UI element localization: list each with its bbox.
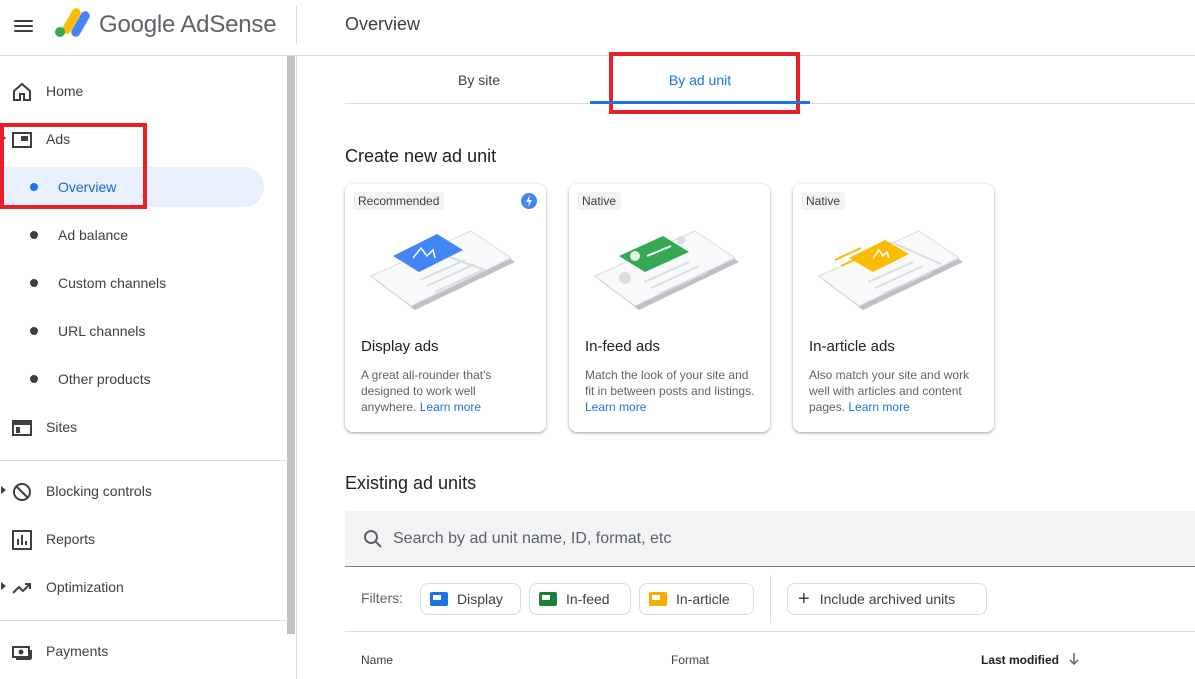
card-description: Match the look of your site and fit in b… [585, 368, 755, 414]
tab-bar: By site By ad unit [345, 56, 1195, 104]
sidebar-item-label: Blocking controls [46, 483, 152, 499]
column-header-format[interactable]: Format [671, 653, 709, 667]
sidebar-item-label: Sites [46, 419, 78, 435]
tab-active-indicator [590, 101, 810, 104]
existing-section-title: Existing ad units [345, 473, 477, 493]
sidebar-item-home[interactable]: Home [0, 71, 288, 111]
sidebar-item-reports[interactable]: Reports [0, 519, 288, 559]
bullet-icon [30, 183, 38, 191]
plus-icon: + [798, 588, 810, 610]
sidebar-item-label: Ad balance [58, 227, 129, 243]
sidebar-scrollbar[interactable] [287, 56, 295, 634]
sidebar-item-url-channels[interactable]: URL channels [0, 311, 288, 351]
phone-illustration-icon [370, 230, 515, 310]
filter-chip-in-feed[interactable]: In-feed [529, 583, 631, 615]
learn-more-link[interactable]: Learn more [585, 400, 646, 414]
create-section-title: Create new ad unit [345, 146, 497, 166]
filter-chip-display[interactable]: Display [420, 583, 521, 615]
sidebar-item-label: Overview [58, 179, 117, 195]
phone-illustration-icon [594, 230, 739, 310]
menu-icon[interactable] [12, 14, 36, 38]
sidebar-divider [0, 620, 288, 621]
sidebar-item-label: Payments [46, 643, 109, 659]
learn-more-link[interactable]: Learn more [848, 400, 909, 414]
sidebar-item-sites[interactable]: Sites [0, 407, 288, 447]
card-description: Also match your site and work well with … [809, 368, 970, 414]
bullet-icon [30, 327, 38, 335]
bullet-icon [30, 231, 38, 239]
filter-chip-in-article[interactable]: In-article [639, 583, 754, 615]
sidebar-item-optimization[interactable]: Optimization [0, 567, 288, 607]
display-ads-card[interactable]: Recommended Display ads A great all-roun… [345, 184, 546, 432]
search-input[interactable] [393, 521, 1153, 557]
sidebar-item-ads[interactable]: Ads [0, 119, 288, 159]
learn-more-link[interactable]: Learn more [420, 400, 481, 414]
sidebar-item-payments[interactable]: Payments [0, 631, 288, 671]
sidebar-item-blocking-controls[interactable]: Blocking controls [0, 471, 288, 511]
sidebar-item-label: Ads [46, 131, 71, 147]
adsense-logo-icon [55, 8, 90, 37]
card-chip: Native [801, 192, 846, 210]
in-article-ads-card[interactable]: Native In-article ads Also match your si… [793, 184, 994, 432]
display-format-icon [430, 592, 448, 606]
sidebar-item-other-products[interactable]: Other products [0, 359, 288, 399]
search-icon [364, 530, 382, 548]
sidebar-item-custom-channels[interactable]: Custom channels [0, 263, 288, 303]
sites-icon [12, 420, 32, 436]
page-title: Overview [345, 14, 421, 34]
trending-up-icon [12, 583, 31, 594]
tab-by-ad-unit[interactable]: By ad unit [590, 56, 810, 104]
sidebar-item-label: Optimization [46, 579, 124, 595]
sidebar-item-label: Custom channels [58, 275, 167, 291]
sidebar-item-label: Home [46, 83, 84, 99]
tab-by-site[interactable]: By site [369, 56, 589, 104]
top-app-bar: Google AdSense Overview [0, 0, 1195, 56]
card-chip: Recommended [353, 192, 445, 210]
filters-label: Filters: [361, 590, 403, 606]
phone-illustration-icon [818, 230, 963, 310]
ads-icon [12, 132, 32, 148]
in-feed-ads-card[interactable]: Native In-feed ads Match the look of you… [569, 184, 770, 432]
sidebar-item-label: Other products [58, 371, 151, 387]
sidebar-item-ad-balance[interactable]: Ad balance [0, 215, 288, 255]
filters-divider [770, 575, 771, 623]
expand-caret-icon [1, 134, 6, 142]
expand-caret-icon [1, 486, 6, 494]
sidebar-item-overview[interactable]: Overview [0, 167, 264, 207]
bolt-icon [521, 193, 537, 209]
home-icon [13, 82, 31, 101]
sidebar-item-label: Reports [46, 531, 96, 547]
bullet-icon [30, 279, 38, 287]
reports-icon [12, 530, 32, 550]
expand-caret-icon [1, 582, 6, 590]
payments-icon [12, 646, 32, 660]
column-header-last-modified[interactable]: Last modified [981, 653, 1079, 667]
topbar-divider [296, 6, 297, 44]
bullet-icon [30, 375, 38, 383]
card-title: In-article ads [809, 338, 895, 355]
card-description: A great all-rounder that's designed to w… [361, 368, 492, 414]
table-divider [345, 631, 1195, 632]
sidebar-item-label: URL channels [58, 323, 146, 339]
sidebar-divider [0, 460, 288, 461]
include-archived-button[interactable]: + Include archived units [787, 583, 987, 615]
sidebar: Home Ads Overview Ad balance Custom chan… [0, 56, 297, 679]
card-title: Display ads [361, 338, 439, 355]
card-chip: Native [577, 192, 622, 210]
arrow-down-icon [1069, 653, 1079, 666]
card-title: In-feed ads [585, 338, 661, 355]
column-header-name[interactable]: Name [361, 653, 393, 667]
in-feed-format-icon [539, 592, 557, 606]
search-bar [345, 511, 1195, 567]
app-name: Google AdSense [99, 11, 277, 38]
block-icon [13, 483, 31, 501]
in-article-format-icon [649, 592, 667, 606]
